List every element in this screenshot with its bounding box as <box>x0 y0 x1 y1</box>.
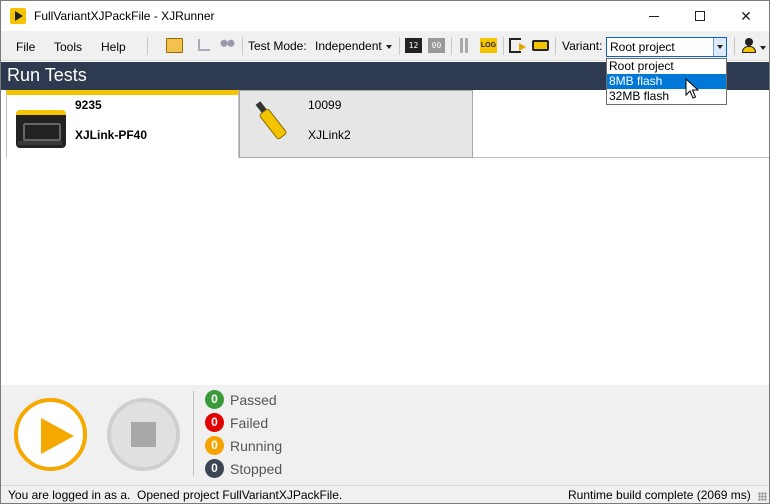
title-bar: FullVariantXJPackFile - XJRunner ✕ <box>1 1 769 31</box>
xjlink2-device-icon <box>252 100 292 144</box>
login-status: You are logged in as a. <box>8 488 131 502</box>
print-icon[interactable] <box>532 40 549 51</box>
menu-tools[interactable]: Tools <box>54 40 82 54</box>
xjlink-pf40-device-icon <box>16 110 66 148</box>
device-name: XJLink-PF40 <box>75 128 148 142</box>
stop-button[interactable] <box>107 398 180 471</box>
mouse-pointer-icon <box>685 78 699 99</box>
stopped-count-badge: 0 <box>205 459 224 478</box>
device-serial: 10099 <box>308 98 342 112</box>
tree-view-icon[interactable] <box>198 39 210 51</box>
app-window: FullVariantXJPackFile - XJRunner ✕ File … <box>0 0 770 504</box>
maximize-icon <box>695 11 705 21</box>
toolbar-separator <box>451 37 452 55</box>
variant-selected-value: Root project <box>610 40 675 54</box>
play-icon <box>41 418 74 454</box>
passed-label: Passed <box>230 392 277 408</box>
status-bar: You are logged in as a. Opened project F… <box>1 485 769 503</box>
variant-dropdown-button[interactable] <box>713 38 726 56</box>
maximize-button[interactable] <box>677 1 723 31</box>
runtime-status: Runtime build complete (2069 ms) <box>568 488 751 502</box>
window-title: FullVariantXJPackFile - XJRunner <box>34 9 215 23</box>
user-account-icon[interactable] <box>742 38 756 54</box>
counter-icon[interactable]: 12 <box>405 38 422 53</box>
bar-chart-icon[interactable] <box>458 38 475 53</box>
toolbar-separator <box>555 37 556 55</box>
variant-option-32mb-flash[interactable]: 32MB flash <box>607 89 726 104</box>
toolbar-separator <box>503 37 504 55</box>
variant-option-root-project[interactable]: Root project <box>607 59 726 74</box>
test-output-area <box>1 158 769 385</box>
toolbar-separator <box>399 37 400 55</box>
close-button[interactable]: ✕ <box>723 1 769 31</box>
log-icon[interactable]: LOG <box>480 38 497 53</box>
device-serial: 9235 <box>75 98 102 112</box>
variant-option-8mb-flash[interactable]: 8MB flash <box>607 74 726 89</box>
toolbar-separator <box>147 37 148 55</box>
xjrunner-logo-icon <box>10 8 26 24</box>
reset-counter-icon[interactable]: 00 <box>428 38 445 53</box>
menu-help[interactable]: Help <box>101 40 126 54</box>
close-icon: ✕ <box>740 7 752 24</box>
variant-dropdown-list: Root project 8MB flash 32MB flash <box>606 58 727 105</box>
variant-combobox[interactable]: Root project <box>606 37 727 57</box>
chevron-down-icon <box>386 45 392 49</box>
device-tab-xjlink2[interactable]: 10099 XJLink2 <box>239 90 473 158</box>
toolbar-separator <box>734 37 735 55</box>
stopped-label: Stopped <box>230 461 283 477</box>
export-icon[interactable] <box>509 38 526 53</box>
running-label: Running <box>230 438 283 454</box>
resize-grip-icon[interactable] <box>758 492 767 501</box>
running-count-badge: 0 <box>205 436 224 455</box>
device-name: XJLink2 <box>308 128 351 142</box>
variant-label: Variant: <box>562 39 603 53</box>
menu-file[interactable]: File <box>16 40 35 54</box>
run-button[interactable] <box>14 398 87 471</box>
chevron-down-icon[interactable] <box>760 46 766 50</box>
test-mode-label: Test Mode: <box>248 39 307 53</box>
chevron-down-icon <box>717 45 723 49</box>
toolbar-separator <box>242 37 243 55</box>
passed-count-badge: 0 <box>205 390 224 409</box>
minimize-button[interactable] <box>631 1 677 31</box>
failed-count-badge: 0 <box>205 413 224 432</box>
minimize-icon <box>649 15 659 17</box>
users-icon[interactable] <box>219 38 236 53</box>
device-tab-xjlink-pf40[interactable]: 9235 XJLink-PF40 <box>6 90 239 158</box>
stop-icon <box>131 422 156 447</box>
project-status: Opened project FullVariantXJPackFile. <box>137 488 343 502</box>
open-folder-icon[interactable] <box>166 38 183 53</box>
test-mode-dropdown[interactable]: Independent <box>315 39 382 53</box>
failed-label: Failed <box>230 415 269 431</box>
panel-divider <box>193 391 194 476</box>
